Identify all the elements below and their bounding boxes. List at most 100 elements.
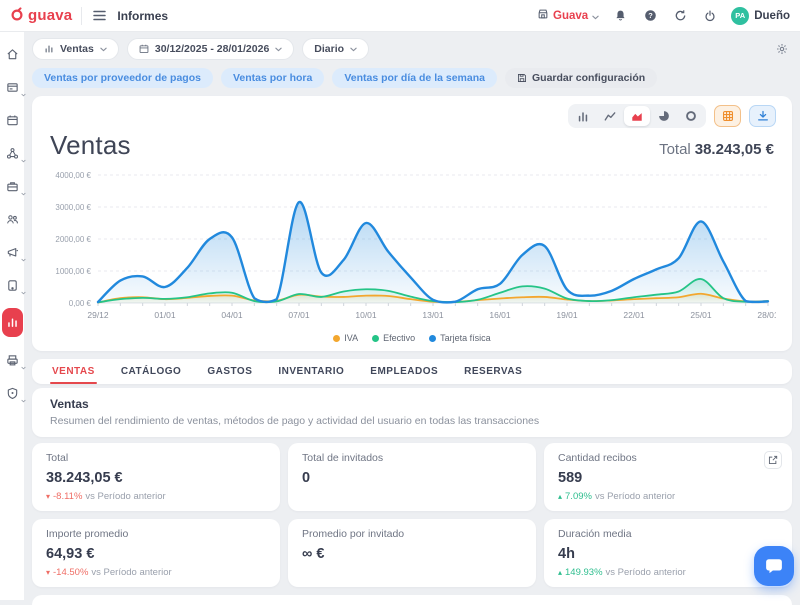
svg-text:3000,00 €: 3000,00 € xyxy=(55,203,91,212)
svg-text:0,00 €: 0,00 € xyxy=(69,299,92,308)
tab-empleados[interactable]: EMPLEADOS xyxy=(370,359,438,384)
chart-total: Total38.243,05 € xyxy=(659,141,774,161)
legend-dot-icon xyxy=(333,335,340,342)
tab-catalogo[interactable]: CATÁLOGO xyxy=(121,359,181,384)
help-icon[interactable]: ? xyxy=(642,7,659,24)
svg-text:16/01: 16/01 xyxy=(489,310,511,320)
user-role: Dueño xyxy=(754,10,790,22)
store-icon xyxy=(537,7,549,25)
svg-text:04/01: 04/01 xyxy=(221,310,243,320)
top-bar: guava Informes Guava ? xyxy=(0,0,800,32)
stat-card-promedio-invitado: Promedio por invitado ∞ € xyxy=(288,519,536,587)
sidebar-item-devices[interactable] xyxy=(2,275,22,295)
chevron-down-icon xyxy=(21,84,26,102)
tab-reservas[interactable]: RESERVAS xyxy=(464,359,522,384)
svg-text:13/01: 13/01 xyxy=(422,310,444,320)
svg-text:4000,00 €: 4000,00 € xyxy=(55,171,91,180)
chart-title: Ventas xyxy=(50,130,131,161)
svg-text:10/01: 10/01 xyxy=(355,310,377,320)
sales-chart-card: Ventas Total38.243,05 € 0,00 € 1000,00 € 2… xyxy=(32,96,792,351)
account-name: Guava xyxy=(553,10,588,22)
chart-legend: IVA Efectivo Tarjeta física xyxy=(48,333,776,347)
guava-logo[interactable]: guava xyxy=(10,7,72,25)
table-view-icon[interactable] xyxy=(714,105,741,127)
line-chart-icon[interactable] xyxy=(597,106,623,126)
chip-ventas-hora[interactable]: Ventas por hora xyxy=(221,68,324,88)
chevron-down-icon xyxy=(21,357,26,375)
svg-text:28/01: 28/01 xyxy=(757,310,776,320)
section-title: Ventas xyxy=(50,397,774,411)
shield-icon[interactable] xyxy=(2,383,22,403)
power-icon[interactable] xyxy=(702,8,718,24)
section-description: Resumen del rendimiento de ventas, métod… xyxy=(50,415,774,427)
chip-ventas-proveedor[interactable]: Ventas por proveedor de pagos xyxy=(32,68,213,88)
tab-inventario[interactable]: INVENTARIO xyxy=(278,359,344,384)
chevron-down-icon xyxy=(21,390,26,408)
stat-delta: ▴7.09%vs Período anterior xyxy=(558,491,778,502)
sidebar-item-printer[interactable] xyxy=(2,350,22,370)
svg-text:07/01: 07/01 xyxy=(288,310,310,320)
granularity-select[interactable]: Diario xyxy=(302,38,369,60)
sidebar-item-reports[interactable] xyxy=(2,308,23,337)
sales-area-chart[interactable]: 0,00 € 1000,00 € 2000,00 € 3000,00 € 4000,00… xyxy=(48,165,776,333)
svg-text:01/01: 01/01 xyxy=(154,310,176,320)
pie-chart-icon[interactable] xyxy=(651,106,677,126)
legend-item[interactable]: Efectivo xyxy=(372,333,415,343)
chevron-down-icon xyxy=(21,282,26,300)
legend-dot-icon xyxy=(429,335,436,342)
ventas-section-header: Ventas Resumen del rendimiento de ventas… xyxy=(32,388,792,437)
sidebar-item-briefcase[interactable] xyxy=(2,176,22,196)
area-chart-icon[interactable] xyxy=(624,106,650,126)
trend-arrow-icon: ▴ xyxy=(558,492,562,501)
report-tabs: VENTAS CATÁLOGO GASTOS INVENTARIO EMPLEA… xyxy=(32,359,792,384)
menu-icon[interactable] xyxy=(91,8,108,23)
account-switcher[interactable]: Guava xyxy=(537,7,599,25)
avatar: PA xyxy=(731,7,749,25)
sidebar-item-home[interactable] xyxy=(2,44,22,64)
chart-toolbar xyxy=(48,104,776,128)
chevron-down-icon xyxy=(21,249,26,267)
sidebar-item-calendar[interactable] xyxy=(2,110,22,130)
svg-text:2000,00 €: 2000,00 € xyxy=(55,235,91,244)
sidebar-item-network[interactable] xyxy=(2,143,22,163)
filter-bar: Ventas 30/12/2025 - 28/01/2026 Diario xyxy=(32,38,792,60)
refresh-icon[interactable] xyxy=(672,7,689,24)
legend-item[interactable]: IVA xyxy=(333,333,358,343)
quick-reports-row: Ventas por proveedor de pagos Ventas por… xyxy=(32,68,792,88)
chevron-down-icon xyxy=(275,47,282,52)
sidebar-item-pos[interactable] xyxy=(2,77,22,97)
save-icon xyxy=(517,73,527,83)
chat-bubble-icon[interactable] xyxy=(754,546,794,586)
sidebar-item-team[interactable] xyxy=(2,209,22,229)
sidebar-item-marketing[interactable] xyxy=(2,242,22,262)
stat-card-total: Total 38.243,05 € ▾-8.11%vs Período ante… xyxy=(32,443,280,511)
chevron-down-icon xyxy=(21,183,26,201)
download-icon[interactable] xyxy=(749,105,776,127)
legend-item[interactable]: Tarjeta física xyxy=(429,333,491,343)
tab-gastos[interactable]: GASTOS xyxy=(207,359,252,384)
calendar-icon xyxy=(139,44,149,54)
chip-ventas-dia-semana[interactable]: Ventas por día de la semana xyxy=(332,68,497,88)
svg-text:?: ? xyxy=(648,11,653,20)
user-menu[interactable]: PA Dueño xyxy=(731,7,790,25)
bar-chart-icon xyxy=(44,44,54,54)
next-section-peek xyxy=(32,595,792,605)
stat-card-invitados: Total de invitados 0 xyxy=(288,443,536,511)
svg-text:1000,00 €: 1000,00 € xyxy=(55,267,91,276)
trend-arrow-icon: ▴ xyxy=(558,568,562,577)
tab-ventas[interactable]: VENTAS xyxy=(52,359,95,384)
trend-arrow-icon: ▾ xyxy=(46,568,50,577)
external-link-icon[interactable] xyxy=(764,451,782,469)
svg-text:19/01: 19/01 xyxy=(556,310,578,320)
stat-delta: ▾-8.11%vs Período anterior xyxy=(46,491,266,502)
bell-icon[interactable] xyxy=(612,7,629,24)
sidebar xyxy=(0,32,24,600)
stat-card-recibos: Cantidad recibos 589 ▴7.09%vs Período an… xyxy=(544,443,792,511)
divider xyxy=(81,7,82,25)
report-type-select[interactable]: Ventas xyxy=(32,38,119,60)
date-range-select[interactable]: 30/12/2025 - 28/01/2026 xyxy=(127,38,294,60)
donut-chart-icon[interactable] xyxy=(678,106,704,126)
save-config-button[interactable]: Guardar configuración xyxy=(505,68,657,88)
bar-chart-icon[interactable] xyxy=(570,106,596,126)
settings-gear-icon[interactable] xyxy=(774,41,790,57)
